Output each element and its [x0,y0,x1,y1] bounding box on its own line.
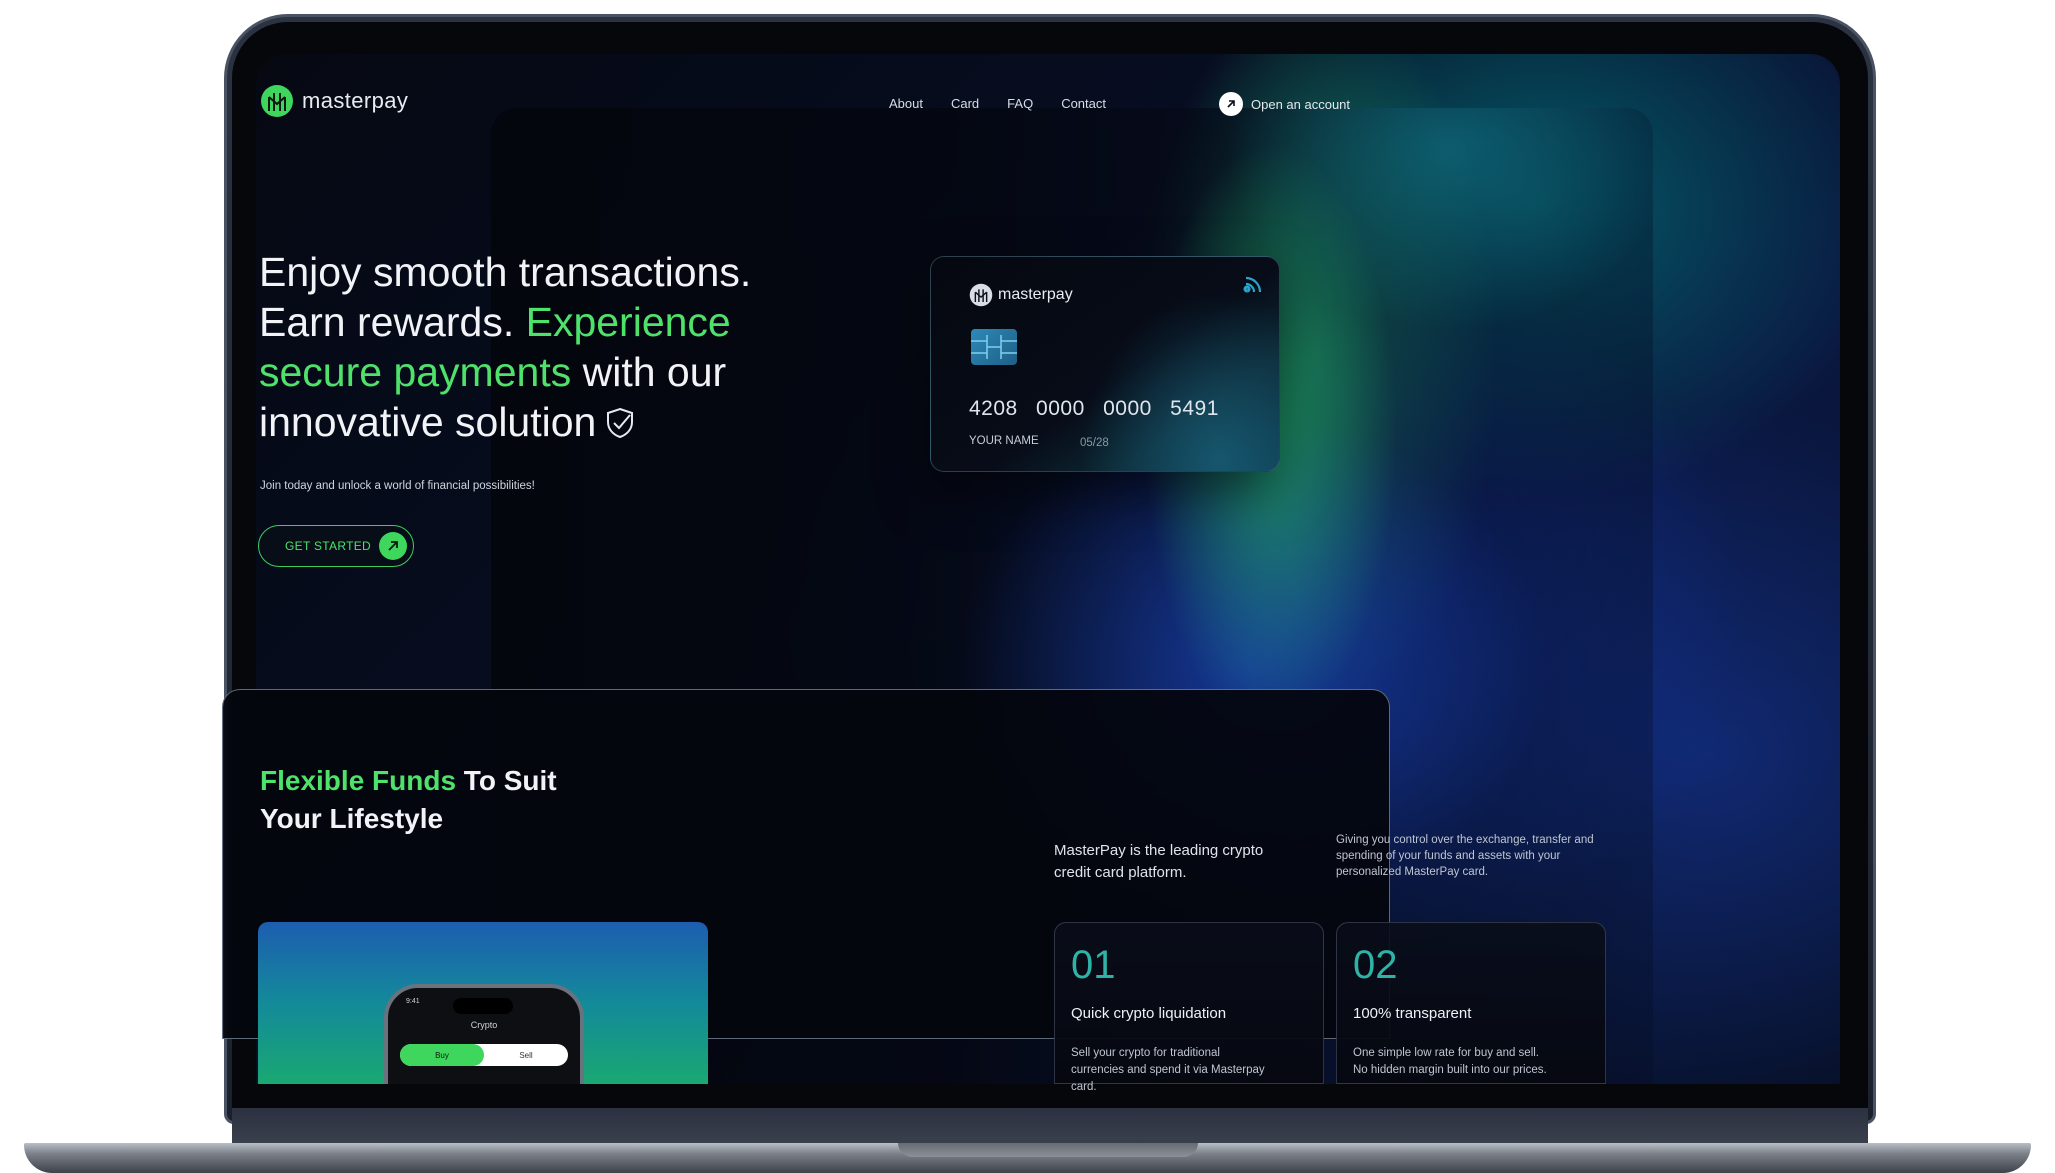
hero-title: Enjoy smooth transactions. Earn rewards.… [259,247,819,447]
card-chip-icon [971,329,1017,365]
nav-link-about[interactable]: About [889,96,923,111]
buy-sell-toggle: Buy Sell [400,1044,568,1066]
phone-dynamic-island [453,998,513,1014]
feature-number: 02 [1353,943,1398,987]
feature-card-02: 02 100% transparent One simple low rate … [1336,922,1606,1084]
card-brand-name: masterpay [998,286,1073,303]
main-nav: About Card FAQ Contact [889,96,1106,111]
features-description: Giving you control over the exchange, tr… [1336,834,1594,878]
masterpay-logo-icon [969,283,993,307]
nav-link-card[interactable]: Card [951,96,979,111]
contactless-icon [1243,276,1262,293]
feature-text: One simple low rate for buy and sell. No… [1353,1047,1547,1076]
card-logo: masterpay [969,283,1073,307]
get-started-label: GET STARTED [285,539,371,553]
features-title: Flexible Funds To Suit Your Lifestyle [260,762,620,838]
shield-check-icon [607,407,634,439]
get-started-button[interactable]: GET STARTED [258,525,414,567]
open-account-button[interactable]: Open an account [1219,92,1350,116]
feature-heading: Quick crypto liquidation [1071,1005,1227,1022]
nav-link-faq[interactable]: FAQ [1007,96,1033,111]
brand-logo[interactable]: masterpay [260,84,408,118]
buy-tab: Buy [400,1044,484,1066]
feature-number: 01 [1071,943,1116,987]
phone-mockup: 9:41 Crypto Buy Sell [384,984,584,1084]
features-lead: MasterPay is the leading crypto credit c… [1054,842,1264,881]
feature-card-01: 01 Quick crypto liquidation Sell your cr… [1054,922,1324,1093]
feature-text: Sell your crypto for traditional currenc… [1071,1047,1265,1093]
brand-name: masterpay [302,88,409,113]
card-holder-name: YOUR NAME [969,435,1039,447]
feature-heading: 100% transparent [1353,1005,1472,1022]
arrow-up-right-icon [1219,92,1243,116]
app-promo-image: 9:41 Crypto Buy Sell [258,922,708,1084]
phone-time: 9:41 [406,998,420,1005]
arrow-up-right-icon [379,532,407,560]
card-number: 4208 0000 0000 5491 [969,397,1219,420]
credit-card-preview: masterpay 4208 0000 0000 5491 YOUR NAME … [930,256,1280,472]
nav-link-contact[interactable]: Contact [1061,96,1106,111]
laptop-notch [898,1143,1198,1157]
hero-subtitle: Join today and unlock a world of financi… [260,480,535,492]
laptop-hinge [232,1108,1868,1145]
sell-tab: Sell [519,1050,533,1060]
phone-screen-title: Crypto [470,1020,498,1030]
features-title-accent: Flexible Funds [260,765,457,796]
open-account-label: Open an account [1251,96,1351,112]
masterpay-logo-icon [261,85,293,117]
card-expiry: 05/28 [1080,437,1109,449]
